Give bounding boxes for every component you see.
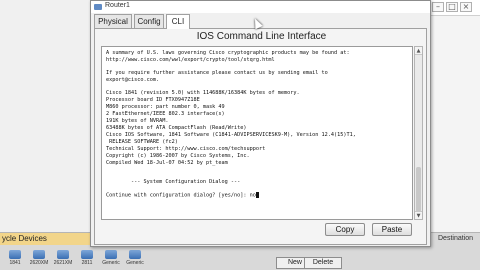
main-titlebar: – □ × xyxy=(430,0,480,16)
device-list: 1841 2620XM 2621XM 2811 Generic Generic xyxy=(0,249,150,270)
terminal-line: 63488K bytes of ATA CompactFlash (Read/W… xyxy=(106,125,247,131)
destination-column-label: Destination xyxy=(438,235,474,242)
device-label: 2621XM xyxy=(53,260,73,266)
router-icon xyxy=(94,4,102,10)
router-icon xyxy=(33,250,45,259)
paste-button[interactable]: Paste xyxy=(372,223,412,236)
tab-config[interactable]: Config xyxy=(134,14,164,28)
copy-button[interactable]: Copy xyxy=(325,223,365,236)
terminal-output: A summary of U.S. laws governing Cisco c… xyxy=(106,50,406,199)
window-title: Router1 xyxy=(105,2,130,9)
terminal-line: If you require further assistance please… xyxy=(106,70,328,76)
device-item[interactable]: Generic xyxy=(100,249,122,270)
device-item[interactable]: Generic xyxy=(124,249,146,270)
tab-physical[interactable]: Physical xyxy=(94,14,132,28)
device-label: 1841 xyxy=(9,260,21,266)
router-icon xyxy=(105,250,117,259)
device-panel-title: ycle Devices xyxy=(0,233,90,245)
device-item[interactable]: 2620XM xyxy=(28,249,50,270)
scroll-thumb[interactable] xyxy=(416,167,421,212)
router-icon xyxy=(57,250,69,259)
terminal-line: Technical Support: http://www.cisco.com/… xyxy=(106,146,266,152)
tab-cli[interactable]: CLI xyxy=(166,14,190,29)
device-item[interactable]: 2811 xyxy=(76,249,98,270)
terminal-line: 2 FastEthernet/IEEE 802.3 interface(s) xyxy=(106,111,225,117)
device-label: 2620XM xyxy=(29,260,49,266)
close-icon[interactable]: × xyxy=(460,2,472,12)
terminal-line: Processor board ID FTX0947Z18E xyxy=(106,97,200,103)
cli-heading: IOS Command Line Interface xyxy=(196,31,327,42)
device-item[interactable]: 1841 xyxy=(4,249,26,270)
terminal-line: RELEASE SOFTWARE (fc2) xyxy=(106,139,178,145)
router-icon xyxy=(129,250,141,259)
scroll-down-icon[interactable]: ▼ xyxy=(415,211,422,219)
terminal-line: http://www.cisco.com/wwl/export/crypto/t… xyxy=(106,57,275,63)
device-label: 2811 xyxy=(81,260,93,266)
device-label: Generic xyxy=(126,260,144,266)
workspace-background-right xyxy=(430,0,480,270)
terminal-line: M860 processor: part number 0, mask 49 xyxy=(106,104,225,110)
terminal-line: export@cisco.com. xyxy=(106,77,160,83)
terminal-line: Continue with configuration dialog? [yes… xyxy=(106,192,406,199)
router-window: Router1 Physical Config CLI IOS Command … xyxy=(90,0,431,247)
maximize-icon[interactable]: □ xyxy=(446,2,458,12)
device-label: Generic xyxy=(102,260,120,266)
terminal-line: Compiled Wed 18-Jul-07 04:52 by pt_team xyxy=(106,160,228,166)
cli-panel: IOS Command Line Interface A summary of … xyxy=(94,28,427,245)
scroll-up-icon[interactable]: ▲ xyxy=(415,47,422,55)
device-item[interactable]: 2621XM xyxy=(52,249,74,270)
terminal-line: A summary of U.S. laws governing Cisco c… xyxy=(106,50,350,56)
router-icon xyxy=(9,250,21,259)
router-icon xyxy=(81,250,93,259)
workspace-background xyxy=(0,0,90,270)
terminal-line: Copyright (c) 1986-2007 by Cisco Systems… xyxy=(106,153,250,159)
cli-terminal[interactable]: A summary of U.S. laws governing Cisco c… xyxy=(101,46,413,220)
window-titlebar: Router1 xyxy=(91,1,430,13)
terminal-line: --- System Configuration Dialog --- xyxy=(106,179,241,185)
terminal-line: Cisco 1841 (revision 5.0) with 114688K/1… xyxy=(106,90,300,96)
text-cursor xyxy=(255,192,259,198)
delete-scenario-button[interactable]: Delete xyxy=(304,257,342,269)
terminal-scrollbar[interactable]: ▲ ▼ xyxy=(414,46,423,220)
terminal-line: 191K bytes of NVRAM. xyxy=(106,118,169,124)
terminal-line: Cisco IOS Software, 1841 Software (C1841… xyxy=(106,132,356,138)
minimize-icon[interactable]: – xyxy=(432,2,444,12)
